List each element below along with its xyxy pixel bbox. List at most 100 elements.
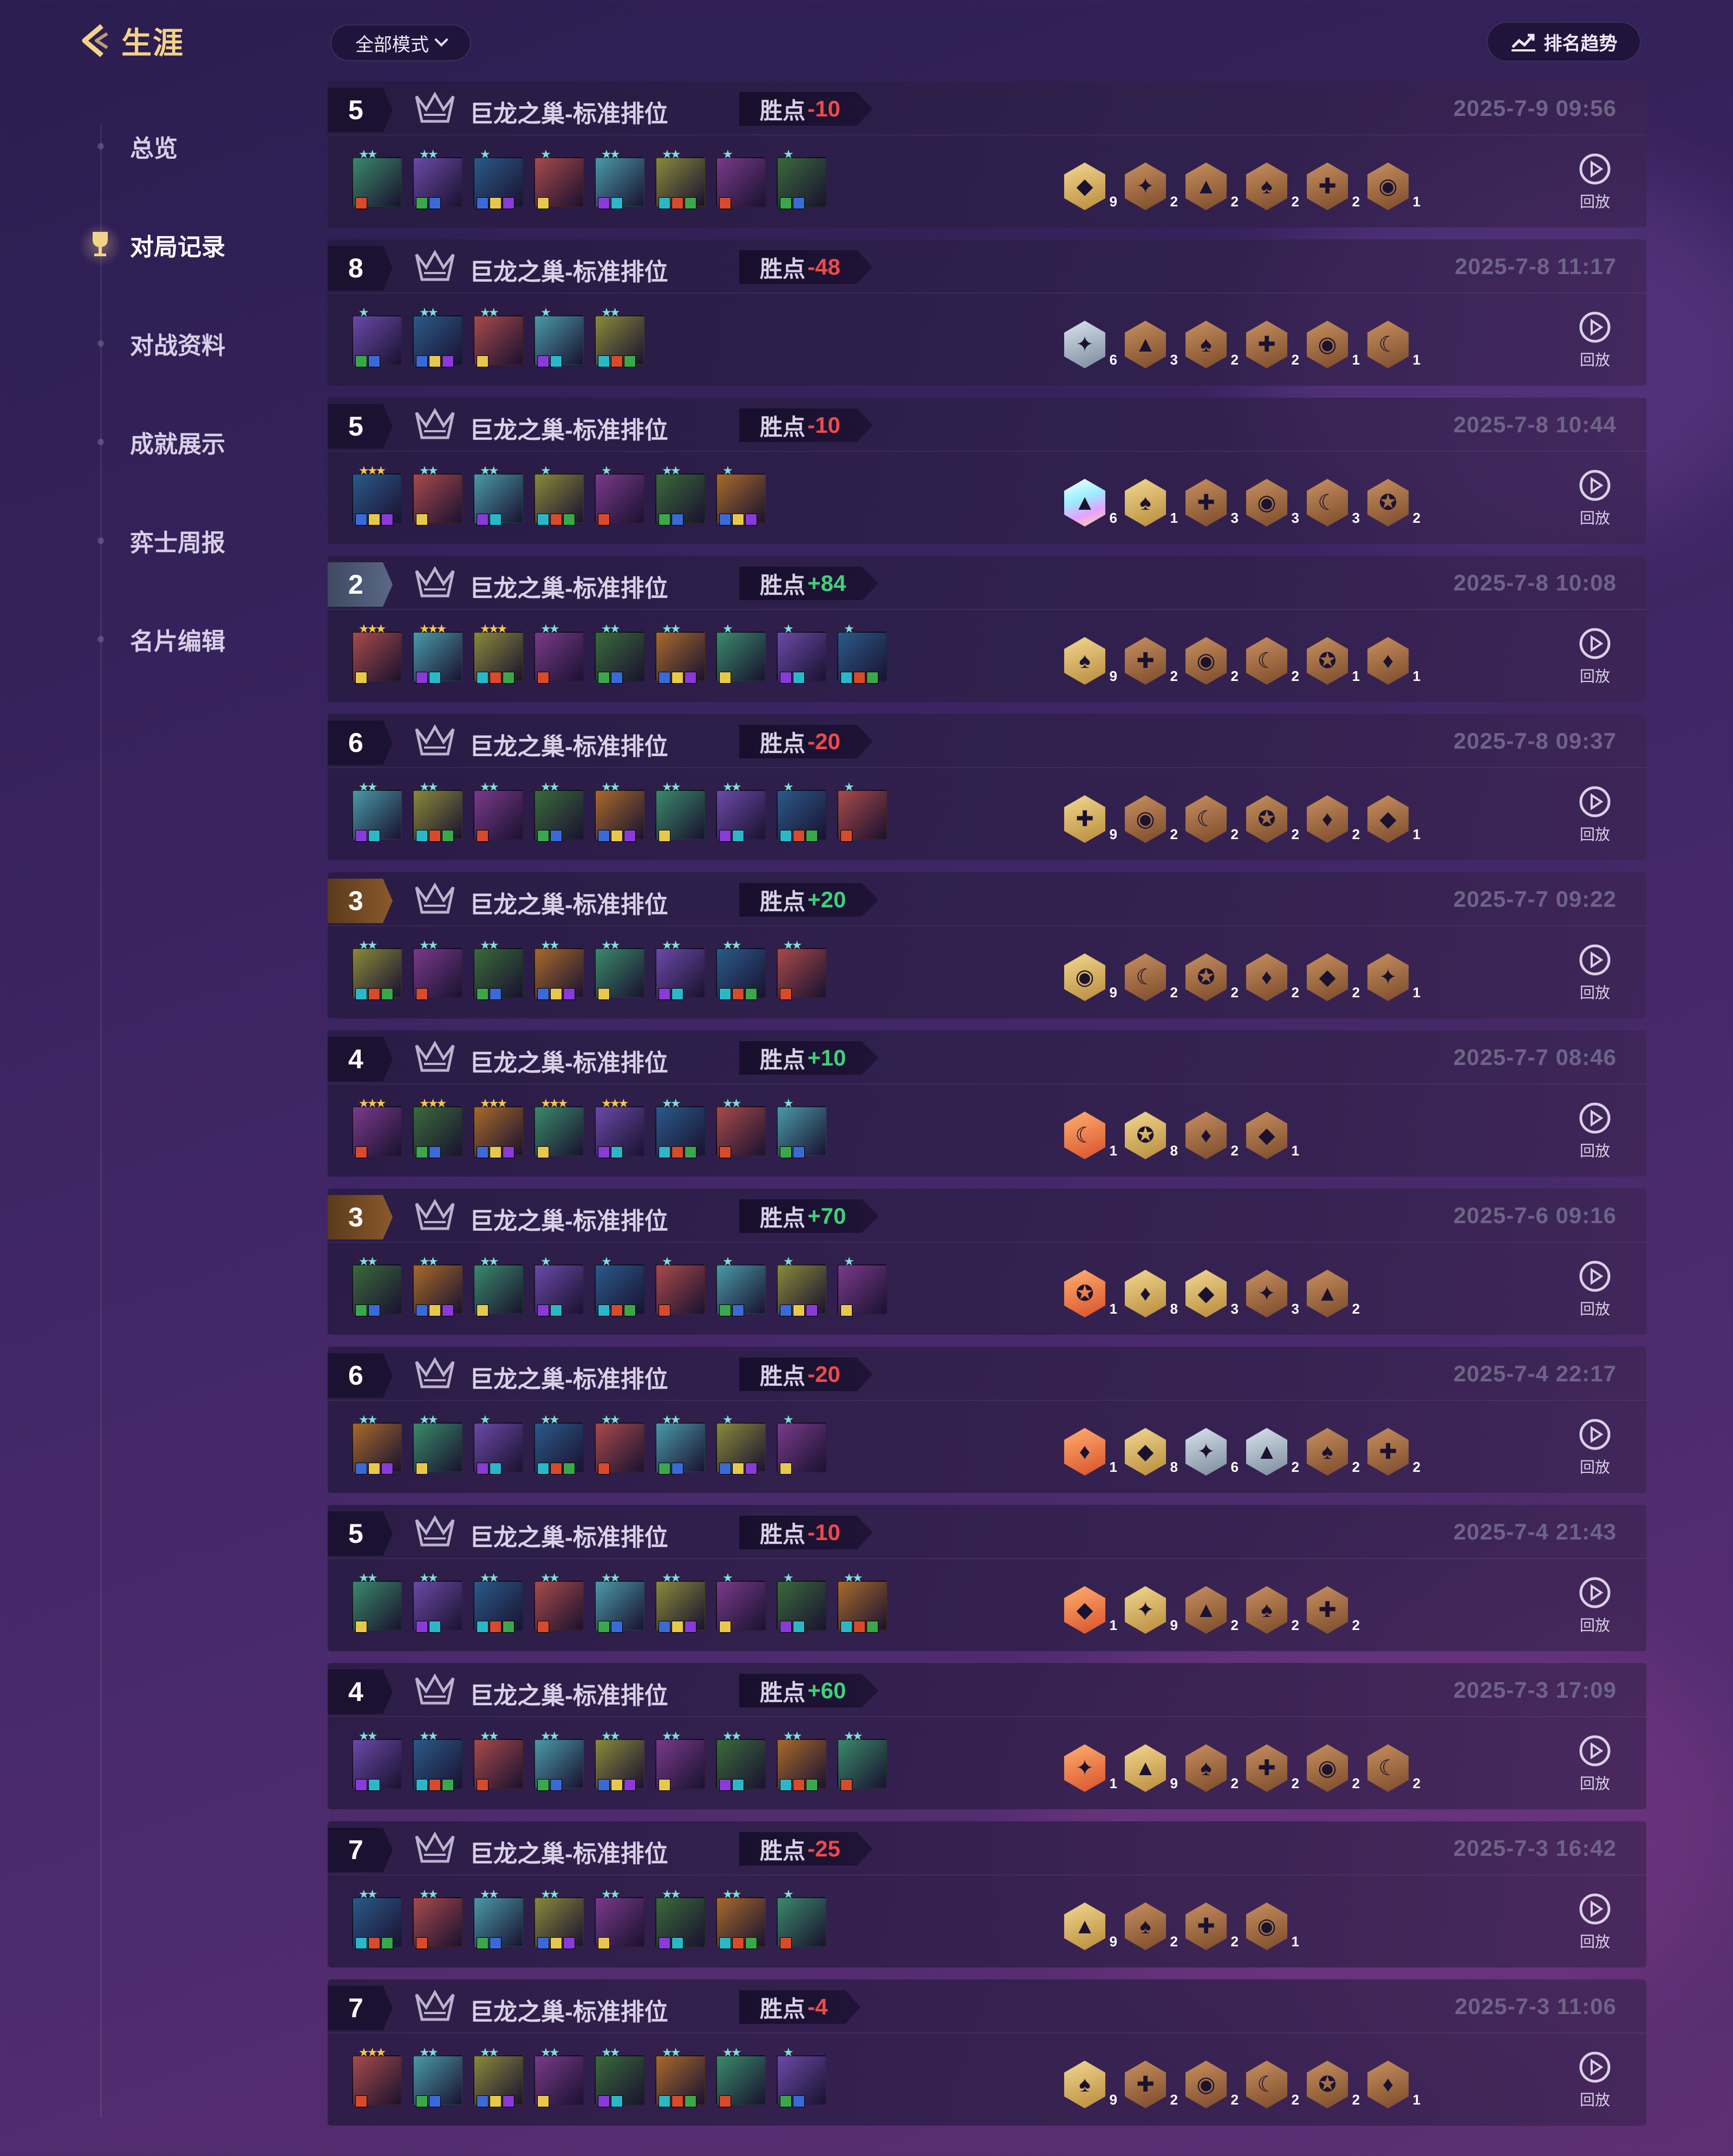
trait-badge[interactable]: ✚ 2 [1125, 637, 1178, 685]
trait-badge[interactable]: ◉ 2 [1185, 637, 1239, 685]
match-card[interactable]: 8 巨龙之巢-标准排位 胜点 -48 2025-7-8 11:17 ★ ★★ ★★ ★ ★★ ✦ 6 ▲… [328, 239, 1646, 386]
back-button[interactable]: 生涯 [76, 19, 184, 62]
champion-portrait[interactable]: ★ [473, 147, 523, 209]
replay-button[interactable]: 回放 [1573, 626, 1617, 691]
champion-portrait[interactable]: ★★ [655, 147, 705, 209]
champion-portrait[interactable]: ★★ [413, 1729, 462, 1791]
trait-badge[interactable]: ◉ 2 [1185, 2061, 1239, 2108]
champion-portrait[interactable]: ★★ [777, 938, 826, 1000]
champion-portrait[interactable]: ★★ [716, 1887, 766, 1949]
champion-portrait[interactable]: ★★ [352, 1729, 402, 1791]
match-card[interactable]: 7 巨龙之巢-标准排位 胜点 -4 2025-7-3 11:06 ★★★ ★★ ★★ ★★ ★★ ★… [328, 1979, 1646, 2126]
trait-badge[interactable]: ♠ 9 [1064, 2061, 1117, 2108]
champion-portrait[interactable]: ★★ [534, 622, 584, 684]
trait-badge[interactable]: ▲ 2 [1185, 1586, 1239, 1634]
sidebar-item[interactable]: 弈士周报 [0, 519, 303, 562]
champion-portrait[interactable]: ★★ [473, 780, 523, 842]
trait-badge[interactable]: ◆ 9 [1064, 163, 1117, 210]
champion-portrait[interactable]: ★★ [534, 1887, 584, 1949]
champion-portrait[interactable]: ★★ [716, 1096, 766, 1158]
trait-badge[interactable]: ☾ 1 [1064, 1112, 1117, 1159]
replay-button[interactable]: 回放 [1573, 310, 1617, 375]
rank-trend-button[interactable]: 排名趋势 [1487, 22, 1641, 62]
trait-badge[interactable]: ✚ 2 [1125, 2061, 1178, 2108]
replay-button[interactable]: 回放 [1573, 784, 1617, 849]
champion-portrait[interactable]: ★★ [595, 938, 644, 1000]
trait-badge[interactable]: ☾ 2 [1125, 953, 1178, 1001]
match-card[interactable]: 3 巨龙之巢-标准排位 胜点 +20 2025-7-7 09:22 ★★ ★★ ★★ ★★ ★★ ★… [328, 872, 1646, 1018]
trait-badge[interactable]: ✚ 2 [1307, 1586, 1360, 1634]
champion-portrait[interactable]: ★ [534, 147, 584, 209]
champion-portrait[interactable]: ★ [837, 780, 887, 842]
trait-badge[interactable]: ▲ 6 [1064, 479, 1117, 527]
champion-portrait[interactable]: ★★ [655, 2045, 705, 2107]
champion-portrait[interactable]: ★★ [595, 1571, 644, 1633]
match-card[interactable]: 6 巨龙之巢-标准排位 胜点 -20 2025-7-4 22:17 ★★ ★★ ★ ★★ ★★ ★★… [328, 1347, 1646, 1493]
trait-badge[interactable]: ♦ 1 [1064, 1428, 1117, 1476]
champion-portrait[interactable]: ★★★ [413, 1096, 462, 1158]
champion-portrait[interactable]: ★★ [352, 1255, 402, 1316]
champion-portrait[interactable]: ★ [534, 1255, 584, 1316]
replay-button[interactable]: 回放 [1573, 152, 1617, 217]
sidebar-item[interactable]: 成就展示 [0, 420, 303, 464]
trait-badge[interactable]: ♠ 1 [1125, 479, 1178, 527]
champion-portrait[interactable]: ★★ [473, 1255, 523, 1316]
trait-badge[interactable]: ✦ 6 [1064, 321, 1117, 368]
champion-portrait[interactable]: ★★ [413, 938, 462, 1000]
sidebar-item[interactable]: 对局记录 [0, 223, 303, 267]
champion-portrait[interactable]: ★ [473, 1413, 523, 1475]
champion-portrait[interactable]: ★★★ [413, 622, 462, 684]
trait-badge[interactable]: ▲ 2 [1246, 1428, 1299, 1476]
trait-badge[interactable]: ✦ 1 [1064, 1744, 1117, 1792]
champion-portrait[interactable]: ★ [716, 1413, 766, 1475]
champion-portrait[interactable]: ★★ [473, 2045, 523, 2107]
champion-portrait[interactable]: ★★ [655, 1571, 705, 1633]
trait-badge[interactable]: ◉ 2 [1125, 795, 1178, 843]
champion-portrait[interactable]: ★★ [716, 1729, 766, 1791]
champion-portrait[interactable]: ★★ [413, 1255, 462, 1316]
champion-portrait[interactable]: ★★ [534, 2045, 584, 2107]
trait-badge[interactable]: ☾ 2 [1246, 2061, 1299, 2108]
trait-badge[interactable]: ✪ 1 [1064, 1270, 1117, 1317]
champion-portrait[interactable]: ★★ [473, 306, 523, 367]
champion-portrait[interactable]: ★ [777, 147, 826, 209]
champion-portrait[interactable]: ★★ [534, 1571, 584, 1633]
trait-badge[interactable]: ☾ 1 [1367, 321, 1421, 368]
trait-badge[interactable]: ▲ 3 [1125, 321, 1178, 368]
match-card[interactable]: 2 巨龙之巢-标准排位 胜点 +84 2025-7-8 10:08 ★★★ ★★★ ★★★ ★★… [328, 556, 1646, 702]
champion-portrait[interactable]: ★★ [655, 1096, 705, 1158]
champion-portrait[interactable]: ★★★ [352, 2045, 402, 2107]
champion-portrait[interactable]: ★ [716, 1571, 766, 1633]
champion-portrait[interactable]: ★ [716, 464, 766, 525]
trait-badge[interactable]: ☾ 3 [1307, 479, 1360, 527]
champion-portrait[interactable]: ★★ [352, 1887, 402, 1949]
match-card[interactable]: 5 巨龙之巢-标准排位 胜点 -10 2025-7-4 21:43 ★★ ★★ ★★ ★★ ★★ ★… [328, 1505, 1646, 1651]
trait-badge[interactable]: ◉ 1 [1367, 163, 1421, 210]
champion-portrait[interactable]: ★★ [655, 622, 705, 684]
champion-portrait[interactable]: ★★★ [352, 464, 402, 525]
trait-badge[interactable]: ◆ 1 [1064, 1586, 1117, 1634]
replay-button[interactable]: 回放 [1573, 1892, 1617, 1957]
champion-portrait[interactable]: ★★ [595, 622, 644, 684]
trait-badge[interactable]: ✚ 2 [1307, 163, 1360, 210]
trait-badge[interactable]: ✦ 6 [1185, 1428, 1239, 1476]
match-card[interactable]: 5 巨龙之巢-标准排位 胜点 -10 2025-7-9 09:56 ★★ ★★ ★ ★ ★★ ★★ ★… [328, 81, 1646, 228]
trait-badge[interactable]: ✦ 1 [1367, 953, 1421, 1001]
champion-portrait[interactable]: ★★ [595, 147, 644, 209]
trait-badge[interactable]: ✦ 9 [1125, 1586, 1178, 1634]
champion-portrait[interactable]: ★★ [413, 780, 462, 842]
trait-badge[interactable]: ♦ 2 [1185, 1112, 1239, 1159]
champion-portrait[interactable]: ★ [777, 1571, 826, 1633]
champion-portrait[interactable]: ★★ [716, 938, 766, 1000]
champion-portrait[interactable]: ★★ [413, 147, 462, 209]
champion-portrait[interactable]: ★★ [595, 780, 644, 842]
trait-badge[interactable]: ▲ 9 [1125, 1744, 1178, 1792]
trait-badge[interactable]: ◉ 9 [1064, 953, 1117, 1001]
champion-portrait[interactable]: ★★ [534, 938, 584, 1000]
champion-portrait[interactable]: ★★★ [473, 1096, 523, 1158]
champion-portrait[interactable]: ★★ [413, 2045, 462, 2107]
trait-badge[interactable]: ✪ 2 [1307, 2061, 1360, 2108]
champion-portrait[interactable]: ★ [655, 1255, 705, 1316]
champion-portrait[interactable]: ★★ [413, 1571, 462, 1633]
champion-portrait[interactable]: ★ [352, 306, 402, 367]
